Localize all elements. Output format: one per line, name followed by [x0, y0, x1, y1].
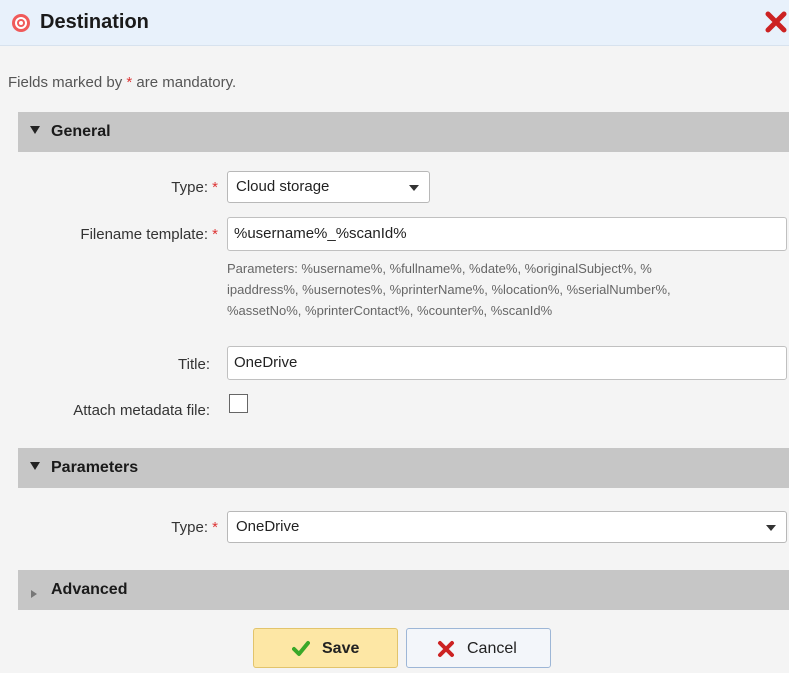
section-header-general[interactable]: General: [18, 112, 789, 152]
filename-template-input[interactable]: %username%_%scanId%: [227, 217, 787, 251]
x-icon: [438, 641, 454, 657]
attach-metadata-checkbox[interactable]: [229, 394, 248, 413]
required-star: *: [126, 74, 133, 91]
caret-down-icon: [30, 126, 40, 134]
mandatory-note: Fields marked by * are mandatory.: [8, 74, 237, 91]
attach-metadata-label: Attach metadata file:: [73, 402, 210, 419]
parameters-type-select[interactable]: OneDrive: [227, 511, 787, 543]
checkmark-icon: [292, 641, 310, 656]
cancel-button[interactable]: Cancel: [406, 628, 551, 668]
caret-right-icon: [31, 590, 37, 598]
dialog-title: Destination: [40, 11, 149, 33]
chevron-down-icon: [409, 185, 419, 191]
title-input[interactable]: OneDrive: [227, 346, 787, 380]
type-label: Type: *: [171, 179, 218, 196]
section-header-parameters[interactable]: Parameters: [18, 448, 789, 488]
target-icon: [12, 14, 30, 32]
dialog-titlebar: Destination: [0, 0, 789, 46]
filename-template-label: Filename template: *: [80, 226, 218, 243]
parameters-type-label: Type: *: [171, 519, 218, 536]
section-label: General: [51, 123, 111, 140]
close-icon[interactable]: [763, 9, 789, 35]
chevron-down-icon: [766, 525, 776, 531]
caret-down-icon: [30, 462, 40, 470]
save-button[interactable]: Save: [253, 628, 398, 668]
section-label: Advanced: [51, 581, 128, 598]
title-label: Title:: [178, 356, 210, 373]
type-select[interactable]: Cloud storage: [227, 171, 430, 203]
parameters-hint: Parameters: %username%, %fullname%, %dat…: [227, 261, 671, 318]
dialog-body: Fields marked by * are mandatory. Genera…: [0, 46, 789, 673]
section-label: Parameters: [51, 459, 139, 476]
section-header-advanced[interactable]: Advanced: [18, 570, 789, 610]
